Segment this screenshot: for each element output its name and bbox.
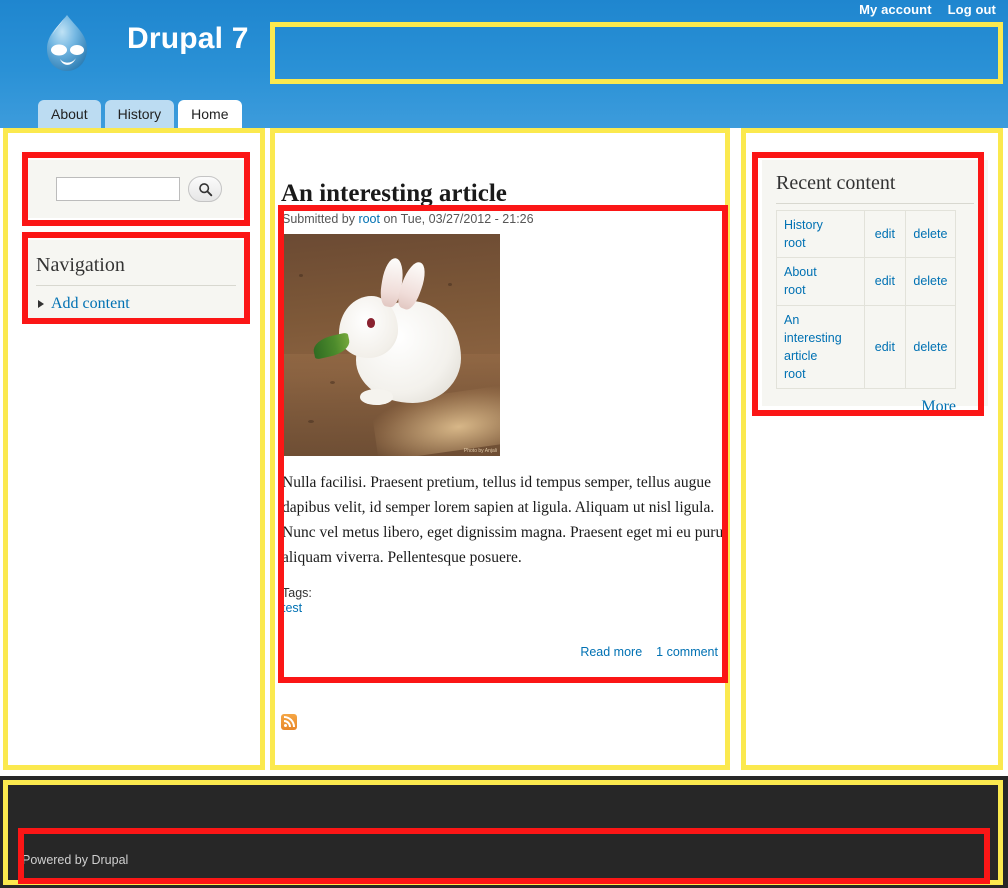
log-out-link[interactable]: Log out — [948, 2, 996, 17]
rabbit-eye — [367, 318, 375, 328]
powered-by-prefix: Powered by — [22, 853, 92, 867]
article-links: Read more 1 comment — [282, 645, 722, 659]
photo-speck — [447, 282, 452, 286]
drupal-droplet-logo[interactable] — [35, 12, 99, 76]
footer-block: Powered by Drupal — [22, 830, 986, 867]
rss-dot — [284, 724, 287, 727]
recent-row-edit-cell: edit — [863, 209, 906, 259]
search-input[interactable] — [56, 177, 180, 201]
comment-count-link[interactable]: 1 comment — [656, 645, 718, 659]
search-block — [22, 160, 250, 218]
recent-content-table: History root edit delete About root edit… — [776, 209, 957, 389]
drupal-link[interactable]: Drupal — [91, 853, 128, 867]
recent-row-edit-cell: edit — [863, 304, 906, 389]
main-menu-tabs: About History Home — [38, 100, 242, 128]
recent-row-title-cell: An interesting article root — [776, 304, 865, 389]
site-header: My account Log out Drupal 7 About Histor… — [0, 0, 1008, 128]
navigation-block: Navigation Add content — [22, 240, 250, 322]
recent-content-block: Recent content History root edit delete — [762, 160, 988, 415]
edit-link[interactable]: edit — [872, 338, 898, 356]
rss-feed-icon[interactable] — [281, 714, 297, 730]
tab-about[interactable]: About — [38, 100, 101, 128]
article-submitted-info: Submitted by root on Tue, 03/27/2012 - 2… — [282, 209, 722, 226]
recent-row-edit-cell: edit — [863, 257, 906, 306]
article-image[interactable]: Photo by Anjali — [282, 234, 500, 456]
add-content-link[interactable]: Add content — [51, 295, 130, 313]
edit-link[interactable]: edit — [872, 225, 898, 243]
read-more-link[interactable]: Read more — [580, 645, 642, 659]
triangle-right-icon — [38, 300, 44, 308]
site-footer: Powered by Drupal — [0, 776, 1008, 888]
delete-link[interactable]: delete — [913, 225, 948, 243]
photo-credit: Photo by Anjali — [463, 448, 497, 454]
drupal-page: My account Log out Drupal 7 About Histor… — [0, 0, 1008, 888]
more-link[interactable]: More — [921, 398, 956, 415]
recent-item-link[interactable]: About — [784, 263, 857, 281]
search-icon[interactable] — [188, 176, 222, 202]
user-account-links: My account Log out — [859, 2, 996, 17]
submitted-prefix: Submitted by — [282, 212, 359, 226]
left-sidebar — [8, 136, 260, 764]
table-row: About root edit delete — [776, 257, 957, 306]
recent-item-author[interactable]: root — [784, 281, 857, 299]
tab-history[interactable]: History — [104, 100, 175, 128]
tab-home[interactable]: Home — [178, 100, 242, 128]
powered-by-text: Powered by Drupal — [22, 853, 986, 867]
recent-item-author[interactable]: root — [784, 365, 857, 383]
tags-list: test — [282, 601, 722, 615]
recent-row-title-cell: About root — [776, 257, 865, 306]
my-account-link[interactable]: My account — [859, 2, 932, 17]
recent-item-link[interactable]: An interesting article — [784, 311, 857, 365]
article-node: Submitted by root on Tue, 03/27/2012 - 2… — [282, 209, 722, 677]
nav-item-add-content[interactable]: Add content — [36, 295, 236, 313]
recent-content-more: More — [776, 398, 956, 416]
site-name[interactable]: Drupal 7 — [127, 22, 249, 56]
recent-item-link[interactable]: History — [784, 216, 857, 234]
table-row: An interesting article root edit delete — [776, 304, 957, 389]
recent-item-author[interactable]: root — [784, 234, 857, 252]
navigation-block-title: Navigation — [36, 254, 236, 286]
tags-label: Tags: — [282, 586, 312, 601]
photo-speck — [329, 380, 335, 384]
article-body: Nulla facilisi. Praesent pretium, tellus… — [282, 474, 722, 567]
recent-row-delete-cell: delete — [904, 257, 957, 306]
submitted-suffix: on Tue, 03/27/2012 - 21:26 — [379, 212, 534, 226]
recent-row-title-cell: History root — [776, 209, 865, 259]
edit-link[interactable]: edit — [872, 272, 898, 290]
recent-row-delete-cell: delete — [904, 209, 957, 259]
tag-link[interactable]: test — [282, 601, 302, 615]
photo-speck — [299, 273, 304, 277]
rabbit-foot — [360, 389, 394, 405]
article-title[interactable]: An interesting article — [281, 180, 507, 208]
table-row: History root edit delete — [776, 209, 957, 259]
article-author-link[interactable]: root — [358, 212, 380, 226]
delete-link[interactable]: delete — [913, 272, 948, 290]
recent-row-delete-cell: delete — [904, 304, 957, 389]
recent-content-title: Recent content — [776, 172, 974, 204]
delete-link[interactable]: delete — [913, 338, 948, 356]
